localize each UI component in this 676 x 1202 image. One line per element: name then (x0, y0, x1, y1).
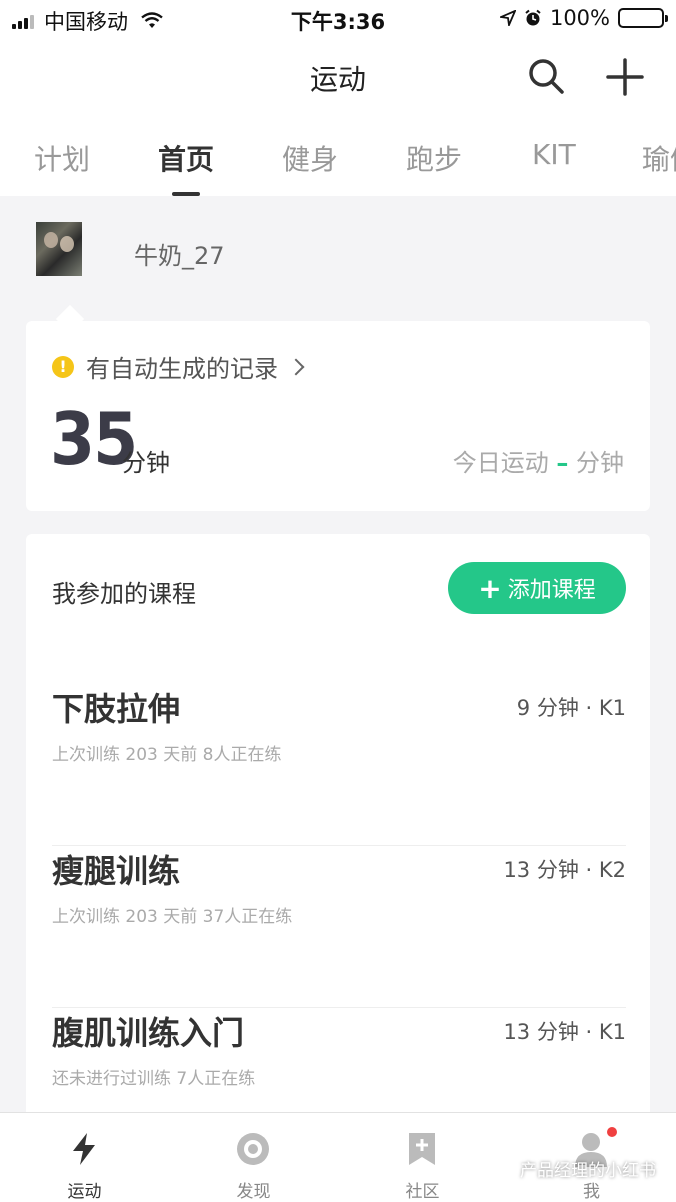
record-card[interactable]: ! 有自动生成的记录 35 分钟 今日运动 – 分钟 (26, 321, 650, 511)
today-label: 今日运动 (452, 449, 549, 477)
plus-icon: + (478, 571, 502, 605)
page-title: 运动 (309, 63, 366, 96)
course-item[interactable]: 瘦腿训练 13 分钟 · K2 上次训练 203 天前 37人正在练 (52, 846, 626, 1008)
username: 牛奶_27 (134, 242, 225, 270)
tab-running[interactable]: 跑步 (406, 138, 462, 178)
tab-yoga[interactable]: 瑜伽 (642, 138, 676, 178)
today-unit: 分钟 (576, 449, 624, 477)
tabbar-label: 社区 (405, 1182, 440, 1202)
tabbar-item-community[interactable]: 社区 (338, 1113, 507, 1202)
minutes-unit: 分钟 (122, 449, 170, 477)
course-name: 瘦腿训练 (52, 852, 181, 890)
battery-label: 100% (549, 6, 610, 30)
add-icon[interactable] (604, 56, 646, 98)
nav-bar: 运动 (0, 36, 676, 120)
course-meta: 13 分钟 · K2 (503, 858, 626, 882)
discover-icon (237, 1133, 269, 1165)
today-value: – (556, 449, 569, 477)
search-icon[interactable] (526, 56, 566, 96)
course-meta: 13 分钟 · K1 (503, 1020, 626, 1044)
location-icon (499, 10, 516, 26)
tabbar-item-discover[interactable]: 发现 (169, 1113, 338, 1202)
auto-record-label: 有自动生成的记录 (86, 355, 278, 383)
alarm-icon (525, 9, 541, 26)
add-course-label: 添加课程 (507, 578, 596, 603)
course-name: 腹肌训练入门 (52, 1014, 245, 1052)
tab-fitness[interactable]: 健身 (282, 138, 338, 178)
auto-record-notice[interactable]: ! 有自动生成的记录 (52, 349, 305, 384)
status-right: 100% (499, 6, 668, 30)
watermark: 产品经理的小红书 (496, 1156, 656, 1181)
course-name: 下肢拉伸 (52, 690, 181, 728)
wechat-icon (496, 1161, 514, 1176)
lightning-icon (73, 1133, 95, 1165)
top-tabs: 计划 首页 健身 跑步 KIT 瑜伽 (0, 120, 676, 196)
tabbar-label: 运动 (67, 1182, 102, 1202)
tab-kit[interactable]: KIT (532, 138, 576, 171)
tab-home[interactable]: 首页 (158, 138, 214, 178)
battery-icon (618, 8, 668, 28)
course-status: 还未进行过训练 7人正在练 (52, 1069, 256, 1089)
course-status: 上次训练 203 天前 8人正在练 (52, 745, 282, 765)
tabbar-item-sport[interactable]: 运动 (0, 1113, 169, 1202)
course-item[interactable]: 下肢拉伸 9 分钟 · K1 上次训练 203 天前 8人正在练 (52, 684, 626, 846)
community-icon (409, 1133, 435, 1165)
status-bar: 中国移动 下午3:36 100% (0, 0, 676, 36)
notification-dot (607, 1127, 617, 1137)
watermark-label: 产品经理的小红书 (520, 1161, 656, 1181)
courses-card: 我参加的课程 + 添加课程 下肢拉伸 9 分钟 · K1 上次训练 203 天前… (26, 534, 650, 1134)
warning-icon: ! (52, 355, 74, 378)
course-meta: 9 分钟 · K1 (516, 696, 626, 720)
courses-title: 我参加的课程 (52, 580, 196, 608)
add-course-button[interactable]: + 添加课程 (448, 562, 626, 614)
profile-row[interactable]: 牛奶_27 (0, 196, 676, 308)
avatar[interactable] (36, 222, 82, 276)
today-exercise: 今日运动 – 分钟 (453, 443, 624, 478)
course-status: 上次训练 203 天前 37人正在练 (52, 907, 293, 927)
tabbar-label: 发现 (236, 1182, 271, 1202)
chevron-right-icon (287, 358, 305, 375)
tab-plan[interactable]: 计划 (34, 138, 90, 178)
